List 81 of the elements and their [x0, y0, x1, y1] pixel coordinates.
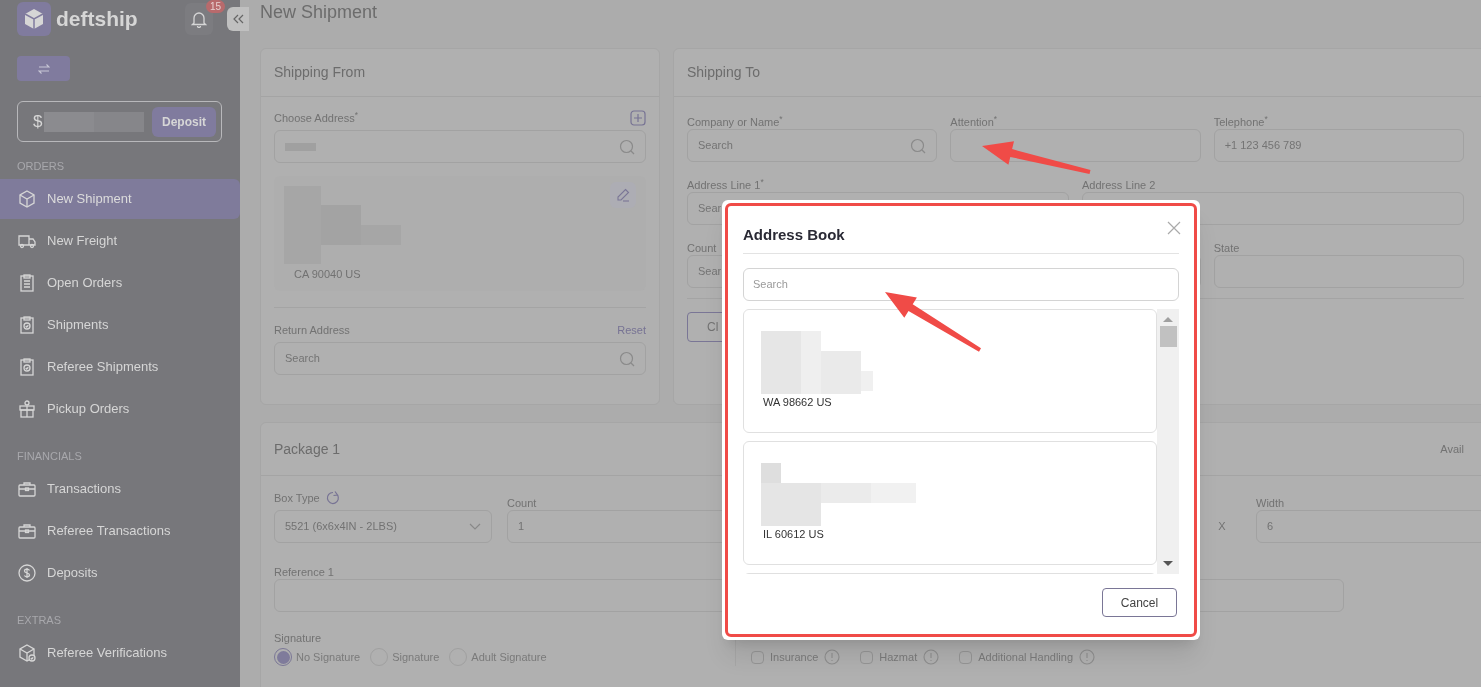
field-label: Company or Name$^{*}$: [687, 116, 783, 128]
box-icon: [17, 189, 37, 209]
collapse-button[interactable]: [227, 7, 249, 31]
field-label: Width: [1256, 497, 1285, 509]
scrollbar-thumb[interactable]: [1159, 326, 1177, 347]
sidebar-item[interactable]: Deposits: [0, 553, 240, 593]
dimension-separator: X: [1217, 519, 1227, 534]
input-field[interactable]: 6: [1256, 510, 1481, 543]
clipboard-check-icon: [17, 357, 37, 377]
input-field[interactable]: [950, 129, 1201, 162]
double-chevron-left-icon: [232, 14, 244, 24]
sidebar-item[interactable]: Transactions: [0, 469, 240, 509]
notification-badge: 15: [206, 0, 226, 13]
field-label: Box Type: [274, 490, 320, 506]
brand-name: deftship: [56, 6, 138, 33]
info-icon: [1079, 649, 1095, 665]
currency-symbol: $: [33, 110, 43, 133]
field-label: Address Line 2: [1082, 179, 1156, 191]
reset-link[interactable]: Reset: [617, 322, 646, 341]
card-title: Package 1: [274, 439, 341, 459]
input-field[interactable]: [274, 130, 646, 163]
field-label: State: [1213, 242, 1240, 254]
scroll-down-icon[interactable]: [1163, 560, 1173, 567]
address-text: WA 98662 US: [762, 395, 833, 410]
scrollbar[interactable]: [1157, 309, 1179, 574]
field-label: Count: [507, 497, 537, 509]
info-icon: [824, 649, 841, 665]
gift-icon: [17, 399, 37, 419]
briefcase-icon: [17, 479, 37, 499]
dollar-circle-icon: [17, 563, 37, 583]
sidebar-item[interactable]: Open Orders: [0, 263, 240, 303]
search-icon: [619, 138, 635, 155]
box-check-icon: [17, 643, 37, 663]
search-icon: [619, 350, 635, 367]
close-button[interactable]: [1167, 221, 1181, 235]
card-title: Shipping From: [274, 63, 366, 82]
search-field[interactable]: Search: [743, 268, 1179, 301]
deposit-button[interactable]: Deposit: [152, 106, 216, 137]
input-field[interactable]: +1 123 456 789: [1213, 129, 1464, 162]
field-label: Return Address: [274, 323, 350, 338]
cancel-button[interactable]: Cancel: [1102, 588, 1177, 617]
input-field[interactable]: Search: [687, 129, 938, 162]
sidebar-item[interactable]: Referee Shipments: [0, 347, 240, 387]
scroll-up-icon[interactable]: [1163, 316, 1173, 323]
sidebar-item[interactable]: Pickup Orders: [0, 389, 240, 429]
clipboard-check-icon: [17, 315, 37, 335]
refresh-icon[interactable]: [325, 491, 340, 505]
close-icon: [1167, 221, 1181, 235]
field-label: Attention$^{*}$: [950, 116, 997, 128]
add-icon[interactable]: [630, 110, 646, 126]
field-label: Address Line 1$^{*}$: [687, 179, 764, 191]
chevron-down-icon: [469, 522, 481, 531]
input-field[interactable]: Search: [274, 342, 646, 375]
available-text: Avail: [1440, 441, 1464, 457]
sidebar-item[interactable]: Referee Verifications: [0, 633, 240, 673]
sidebar-item[interactable]: Shipments: [0, 305, 240, 345]
box-type-select[interactable]: 5521 (6x6x4IN - 2LBS): [274, 510, 492, 543]
clipboard-icon: [17, 273, 37, 293]
pencil-icon: [616, 188, 630, 202]
address-entry[interactable]: WA 98662 US: [743, 309, 1157, 433]
search-icon: [910, 137, 927, 154]
field-label: Count: [687, 242, 717, 254]
field-label: Signature: [274, 631, 323, 646]
briefcase-icon: [17, 521, 37, 541]
address-entry[interactable]: IL 60612 US: [743, 441, 1157, 565]
field-label: Telephone$^{*}$: [1213, 116, 1268, 128]
edit-button[interactable]: [610, 182, 636, 208]
bell-icon: [191, 10, 207, 28]
address-text: IL 60612 US: [762, 527, 825, 542]
dialog-title: Address Book: [743, 225, 845, 246]
sidebar-item[interactable]: New Freight: [0, 221, 240, 261]
info-icon: [923, 649, 940, 665]
field-label: Choose Address$^{*}$: [274, 109, 358, 126]
switch-button[interactable]: [17, 56, 70, 81]
logo-icon: [17, 2, 51, 36]
card-title: Shipping To: [687, 63, 760, 82]
address-text: CA 90040 US: [293, 267, 362, 282]
sidebar-item[interactable]: Referee Transactions: [0, 511, 240, 551]
swap-arrows-icon: [37, 63, 50, 74]
sidebar-item[interactable]: New Shipment: [0, 179, 240, 219]
page-title: New Shipment: [260, 1, 379, 24]
